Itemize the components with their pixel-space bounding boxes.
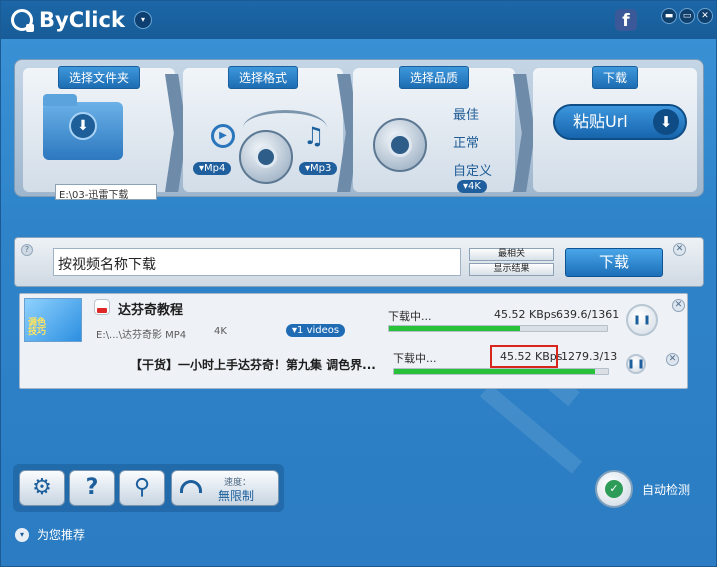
- step-format[interactable]: 选择格式 ▶ ♫ ▾Mp4 ▾Mp3: [183, 66, 343, 192]
- format-dial-center: [255, 146, 277, 168]
- progress-fill: [389, 326, 520, 331]
- app-menu-button[interactable]: ▾: [134, 11, 152, 29]
- show-results-button[interactable]: 显示结果: [469, 263, 554, 276]
- app-name: ByClick: [39, 8, 125, 32]
- video-pause-button[interactable]: [626, 354, 646, 374]
- speed-highlight-box: [490, 345, 558, 368]
- video-title: 【干货】一小时上手达芬奇！第九集 调色界...: [130, 358, 376, 372]
- download-list: 调色 技巧 达芬奇教程 E:\...\达芬奇影 MP4 4K ▾1 videos…: [19, 293, 688, 389]
- auto-detect-label[interactable]: 自动检测: [642, 481, 690, 498]
- speed-limit-button[interactable]: 速度： 無限制: [171, 470, 279, 506]
- video-thumbnail[interactable]: 调色 技巧: [24, 298, 82, 342]
- download-quality: 4K: [214, 326, 227, 337]
- quality-value: 4K: [468, 181, 481, 192]
- steps-panel: 选择文件夹 ⬇ E:\03-迅雷下载 选择格式 ▶ ♫ ▾Mp4 ▾Mp3 选择…: [14, 59, 704, 200]
- search-panel: ? 按视频名称下载 最相关 显示结果 下载 ✕: [14, 237, 704, 287]
- download-status: 下载中...: [388, 310, 432, 323]
- title-bar[interactable]: ByClick ▾ f ▬ ▭ ✕: [1, 1, 716, 39]
- settings-button[interactable]: ⚙: [19, 470, 65, 506]
- download-progress-bar: [388, 325, 608, 332]
- download-folder-icon: ⬇: [69, 112, 97, 140]
- restore-button[interactable]: ▭: [679, 8, 695, 24]
- item-close-icon[interactable]: ✕: [672, 299, 685, 312]
- speedometer-icon: [180, 480, 202, 493]
- step-quality-title: 选择品质: [398, 66, 470, 89]
- speed-value: 無限制: [218, 489, 255, 503]
- quality-option-normal[interactable]: 正常: [453, 132, 479, 151]
- download-path: E:\...\达芬奇影 MP4: [96, 330, 187, 341]
- step-download-title: 下载: [591, 66, 639, 89]
- paste-url-label: 粘贴Url: [573, 112, 628, 131]
- help-button[interactable]: ?: [69, 470, 115, 506]
- auto-detect-icon: ✓: [605, 480, 623, 498]
- quality-select[interactable]: ▾4K: [457, 180, 487, 193]
- quality-dial[interactable]: [373, 118, 427, 172]
- auto-detect-button[interactable]: ✓: [595, 470, 633, 508]
- download-speed: 45.52 KBps: [494, 308, 557, 321]
- byclick-logo-icon: [11, 9, 34, 32]
- app-window: ByClick ▾ f ▬ ▭ ✕ 选择文件夹 ⬇ E:\03-迅雷下载 选择格…: [0, 0, 717, 567]
- step-folder[interactable]: 选择文件夹 ⬇ E:\03-迅雷下载: [23, 66, 175, 200]
- quality-dial-center: [388, 133, 412, 157]
- recommend-label: 为您推荐: [37, 528, 86, 542]
- step-folder-title: 选择文件夹: [57, 66, 141, 89]
- audio-format-value: Mp3: [310, 163, 332, 174]
- chevron-down-icon: ▾: [15, 527, 29, 542]
- download-progress-text: 639.6/1361: [556, 308, 620, 321]
- youtube-icon: [94, 299, 110, 315]
- folder-icon[interactable]: ⬇: [43, 94, 123, 160]
- quality-option-best[interactable]: 最佳: [453, 104, 479, 123]
- facebook-icon[interactable]: f: [615, 9, 637, 31]
- video-format-value: Mp4: [204, 163, 226, 174]
- bottom-toolbar: ⚙ ? ⚲ 速度： 無限制: [13, 464, 284, 512]
- gear-icon: ⚙: [32, 475, 52, 500]
- channel-name: 达芬奇教程: [118, 303, 184, 318]
- thumbnail-text: 调色 技巧: [28, 318, 47, 337]
- quality-option-custom[interactable]: 自定义: [453, 160, 492, 179]
- video-play-icon[interactable]: ▶: [211, 124, 235, 148]
- app-logo: ByClick: [11, 8, 125, 32]
- video-status: 下载中...: [393, 352, 437, 365]
- search-input[interactable]: 按视频名称下载: [53, 248, 461, 276]
- pause-button[interactable]: [626, 304, 658, 336]
- audio-format-select[interactable]: ▾Mp3: [299, 162, 338, 175]
- video-format-select[interactable]: ▾Mp4: [193, 162, 232, 175]
- search-button[interactable]: ⚲: [119, 470, 165, 506]
- paste-url-button[interactable]: 粘贴Url ⬇: [553, 104, 687, 140]
- step-download[interactable]: 下载 粘贴Url ⬇: [533, 66, 697, 192]
- search-close-icon[interactable]: ✕: [673, 243, 686, 256]
- search-download-button[interactable]: 下载: [565, 248, 663, 277]
- video-progress-text: 1279.3/13: [561, 350, 618, 363]
- step-format-title: 选择格式: [227, 66, 299, 89]
- videos-count-badge[interactable]: ▾1 videos: [286, 324, 346, 337]
- step-quality[interactable]: 选择品质 最佳 正常 自定义 ▾4K: [353, 66, 515, 193]
- download-arrow-icon: ⬇: [653, 109, 679, 135]
- step-divider: [513, 74, 535, 192]
- folder-path[interactable]: E:\03-迅雷下载: [55, 184, 157, 200]
- videos-count-label: 1 videos: [297, 325, 340, 336]
- progress-fill: [394, 369, 596, 374]
- format-dial[interactable]: [239, 130, 293, 184]
- close-button[interactable]: ✕: [697, 8, 713, 24]
- search-icon: ⚲: [133, 475, 151, 500]
- recommend-toggle[interactable]: ▾ 为您推荐: [15, 526, 85, 543]
- help-icon: ?: [85, 475, 99, 500]
- video-progress-bar: [393, 368, 609, 375]
- search-help-icon[interactable]: ?: [21, 244, 33, 256]
- minimize-button[interactable]: ▬: [661, 8, 677, 24]
- video-close-icon[interactable]: ✕: [666, 353, 679, 366]
- sort-relevance-button[interactable]: 最相关: [469, 248, 554, 261]
